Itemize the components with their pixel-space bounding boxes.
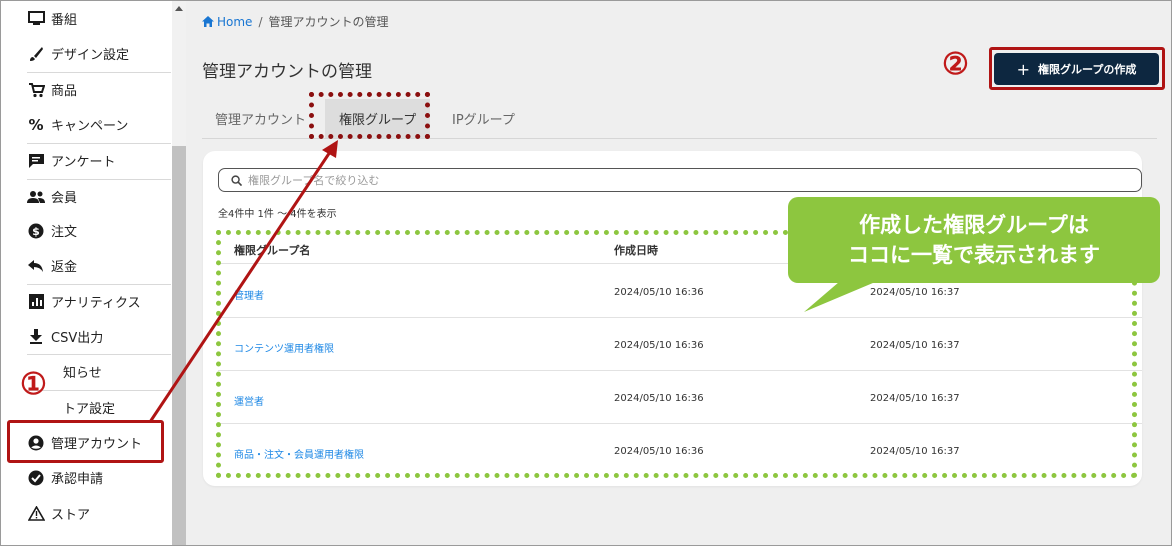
dollar-icon: $ (27, 222, 45, 240)
sidebar-item-design-settings[interactable]: デザイン設定 (1, 36, 171, 71)
page-title: 管理アカウントの管理 (202, 62, 372, 82)
sidebar-item-approval-requests[interactable]: 承認申請 (1, 460, 171, 495)
feedback-icon (27, 152, 45, 170)
sidebar-item-label: 承認申請 (51, 472, 104, 487)
sidebar-item-label: 返金 (51, 260, 78, 275)
breadcrumb-separator: / (258, 14, 263, 29)
cart-icon (27, 81, 45, 99)
step-marker-1: ① (20, 367, 47, 402)
analytics-icon (27, 293, 45, 311)
download-icon (27, 328, 45, 346)
sidebar-item-products[interactable]: 商品 (1, 72, 171, 107)
sidebar-scrollbar[interactable] (172, 1, 186, 545)
sidebar-item-campaign[interactable]: % キャンペーン (1, 107, 171, 142)
sidebar-item-label: 商品 (51, 84, 78, 99)
breadcrumb-current: 管理アカウントの管理 (268, 15, 389, 29)
tab-ip-groups[interactable]: IPグループ (452, 99, 515, 138)
sidebar-item-survey[interactable]: アンケート (1, 143, 171, 178)
monitor-icon (27, 10, 45, 28)
sidebar-item-members[interactable]: 会員 (1, 179, 171, 214)
people-icon (27, 188, 45, 206)
nav-highlight-box (7, 420, 164, 463)
sidebar-item-analytics[interactable]: アナリティクス (1, 284, 171, 319)
warning-icon (27, 505, 45, 523)
sidebar-item-label: デザイン設定 (51, 48, 130, 63)
sidebar-item-programs[interactable]: 番組 (1, 1, 171, 36)
sidebar-item-label: アナリティクス (51, 296, 141, 311)
sidebar-item-label: CSV出力 (51, 331, 104, 346)
brush-icon (27, 45, 45, 63)
result-count: 全4件中 1件 ～ 4件を表示 (218, 209, 337, 220)
callout-bubble: 作成した権限グループは ココに一覧で表示されます (788, 197, 1160, 283)
home-icon (202, 16, 214, 27)
sidebar-item-label: 注文 (51, 225, 78, 240)
scrollbar-thumb[interactable] (172, 146, 186, 545)
search-icon (231, 174, 242, 186)
sidebar-item-csv-export[interactable]: CSV出力 (1, 319, 171, 354)
tab-admin-accounts[interactable]: 管理アカウント (215, 99, 306, 138)
sidebar-item-store[interactable]: ストア (1, 496, 171, 531)
breadcrumb: Home / 管理アカウントの管理 (202, 13, 389, 30)
sidebar-item-label: トア設定 (63, 402, 116, 417)
sidebar-item-label: 番組 (51, 13, 78, 28)
check-circle-icon (27, 469, 45, 487)
sidebar-item-label: ストア (51, 508, 91, 523)
search-placeholder: 権限グループ名で絞り込む (248, 174, 380, 187)
svg-text:$: $ (32, 225, 40, 238)
breadcrumb-home[interactable]: Home (202, 15, 252, 29)
sidebar-item-label: 会員 (51, 191, 78, 206)
breadcrumb-home-label: Home (217, 14, 253, 29)
sidebar-item-label: キャンペーン (51, 119, 129, 134)
sidebar-item-orders[interactable]: $ 注文 (1, 213, 171, 248)
tab-highlight-box (309, 92, 430, 139)
percent-icon: % (28, 115, 44, 134)
sidebar: 番組 デザイン設定 商品 % キャンペーン アンケート 会員 $ 注文 返金 ア… (1, 1, 171, 545)
callout-line-2: ココに一覧で表示されます (848, 243, 1100, 267)
sidebar-item-label: 知らせ (63, 366, 102, 381)
step-marker-2: ② (942, 47, 969, 82)
button-highlight-box (989, 47, 1165, 90)
sidebar-item-refund[interactable]: 返金 (1, 248, 171, 283)
scroll-up-icon[interactable] (175, 6, 183, 11)
search-input[interactable]: 権限グループ名で絞り込む (218, 168, 1142, 192)
callout-line-1: 作成した権限グループは (859, 213, 1089, 237)
reply-icon (27, 257, 45, 275)
sidebar-item-label: アンケート (51, 155, 116, 170)
